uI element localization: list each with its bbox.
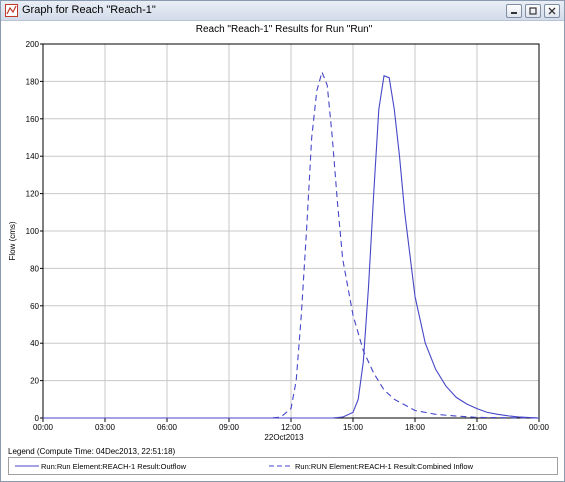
legend-solid-swatch	[15, 465, 39, 467]
y-tick-label: 0	[35, 414, 40, 423]
x-tick-label: 06:00	[157, 423, 178, 432]
x-tick-label: 09:00	[219, 423, 240, 432]
y-tick-label: 180	[26, 77, 40, 86]
title-bar[interactable]: Graph for Reach "Reach-1"	[1, 1, 564, 21]
x-tick-label: 03:00	[95, 423, 116, 432]
legend: Legend (Compute Time: 04Dec2013, 22:51:1…	[8, 447, 558, 477]
graph-window: Graph for Reach "Reach-1" Reach "Reach-1…	[0, 0, 565, 482]
x-tick-label: 12:00	[281, 423, 302, 432]
y-tick-label: 60	[30, 302, 39, 311]
x-tick-label: 00:00	[33, 423, 54, 432]
y-tick-label: 20	[30, 377, 39, 386]
close-icon	[548, 7, 556, 15]
legend-title: Legend (Compute Time: 04Dec2013, 22:51:1…	[8, 447, 176, 456]
maximize-icon	[529, 7, 537, 15]
y-tick-label: 80	[30, 264, 39, 273]
minimize-icon	[511, 12, 517, 14]
y-tick-label: 160	[26, 115, 40, 124]
x-tick-label: 15:00	[343, 423, 364, 432]
close-button[interactable]	[544, 4, 560, 18]
chart-title: Reach "Reach-1" Results for Run "Run"	[196, 24, 373, 35]
y-tick-label: 100	[26, 227, 40, 236]
maximize-button[interactable]	[525, 4, 541, 18]
y-tick-label: 120	[26, 190, 40, 199]
legend-entry-combined-inflow: Run:RUN Element:REACH-1 Result:Combined …	[295, 462, 473, 471]
flow-chart: Reach "Reach-1" Results for Run "Run" Fl…	[8, 24, 550, 442]
minimize-button[interactable]	[506, 4, 522, 18]
legend-entry-outflow: Run:Run Element:REACH-1 Result:Outflow	[41, 462, 187, 471]
x-tick-label: 00:00	[529, 423, 550, 432]
y-tick-label: 40	[30, 339, 39, 348]
axis-layer: 0 20 40 60 80 100 120 140 160 180 200 00:00 03:00 06:…	[26, 40, 550, 432]
x-axis-label: 22Oct2013	[264, 433, 304, 442]
legend-box: Run:Run Element:REACH-1 Result:Outflow R…	[8, 457, 558, 475]
x-tick-label: 21:00	[467, 423, 488, 432]
y-axis-label: Flow (cms)	[8, 221, 17, 260]
window-title: Graph for Reach "Reach-1"	[22, 4, 156, 16]
x-tick-label: 18:00	[405, 423, 426, 432]
legend-dashed-swatch	[269, 465, 293, 467]
y-tick-label: 200	[26, 40, 40, 49]
y-tick-label: 140	[26, 152, 40, 161]
graph-app-icon	[5, 4, 18, 17]
grid-layer	[43, 44, 539, 418]
